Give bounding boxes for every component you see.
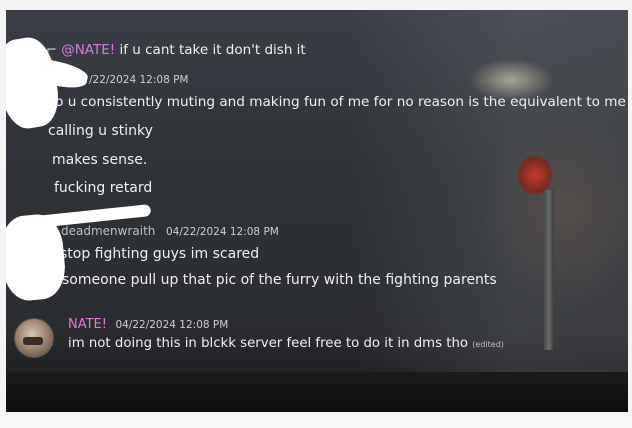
message-line: someone pull up that pic of the furry wi… [62, 272, 497, 288]
message-text: im not doing this in blckk server feel f… [68, 336, 469, 351]
message-author[interactable]: deadmenwraith [61, 224, 155, 238]
message-timestamp: 04/22/2024 12:08 PM [115, 319, 229, 331]
avatar[interactable] [14, 318, 54, 358]
message-line: im not doing this in blckk server feel f… [68, 336, 504, 351]
background-pole [544, 190, 554, 350]
screen-photo: ⌐ @NATE! if u cant take it don't dish it… [6, 10, 628, 412]
message-line: makes sense. [52, 152, 148, 168]
message-header: NATE! 04/22/2024 12:08 PM [68, 316, 228, 332]
photo-bottom-margin [0, 412, 632, 428]
reply-mention[interactable]: @NATE! [61, 42, 115, 58]
message-line: calling u stinky [48, 123, 153, 139]
message-timestamp: /22/2024 12:08 PM [89, 74, 189, 86]
message-author[interactable]: NATE! [68, 317, 107, 332]
reply-preview-text: if u cant take it don't dish it [119, 42, 306, 58]
edited-badge: (edited) [472, 340, 504, 349]
message-timestamp: 04/22/2024 12:08 PM [166, 226, 279, 238]
screen-glare [346, 10, 628, 412]
background-red-object [518, 155, 552, 195]
message-line: so u consistently muting and making fun … [48, 94, 626, 110]
screen-bottom-bezel [6, 372, 628, 412]
reply-preview[interactable]: ⌐ @NATE! if u cant take it don't dish it [46, 42, 306, 58]
message-line: fucking retard [54, 180, 153, 196]
message-line: stop fighting guys im scared [60, 246, 260, 262]
